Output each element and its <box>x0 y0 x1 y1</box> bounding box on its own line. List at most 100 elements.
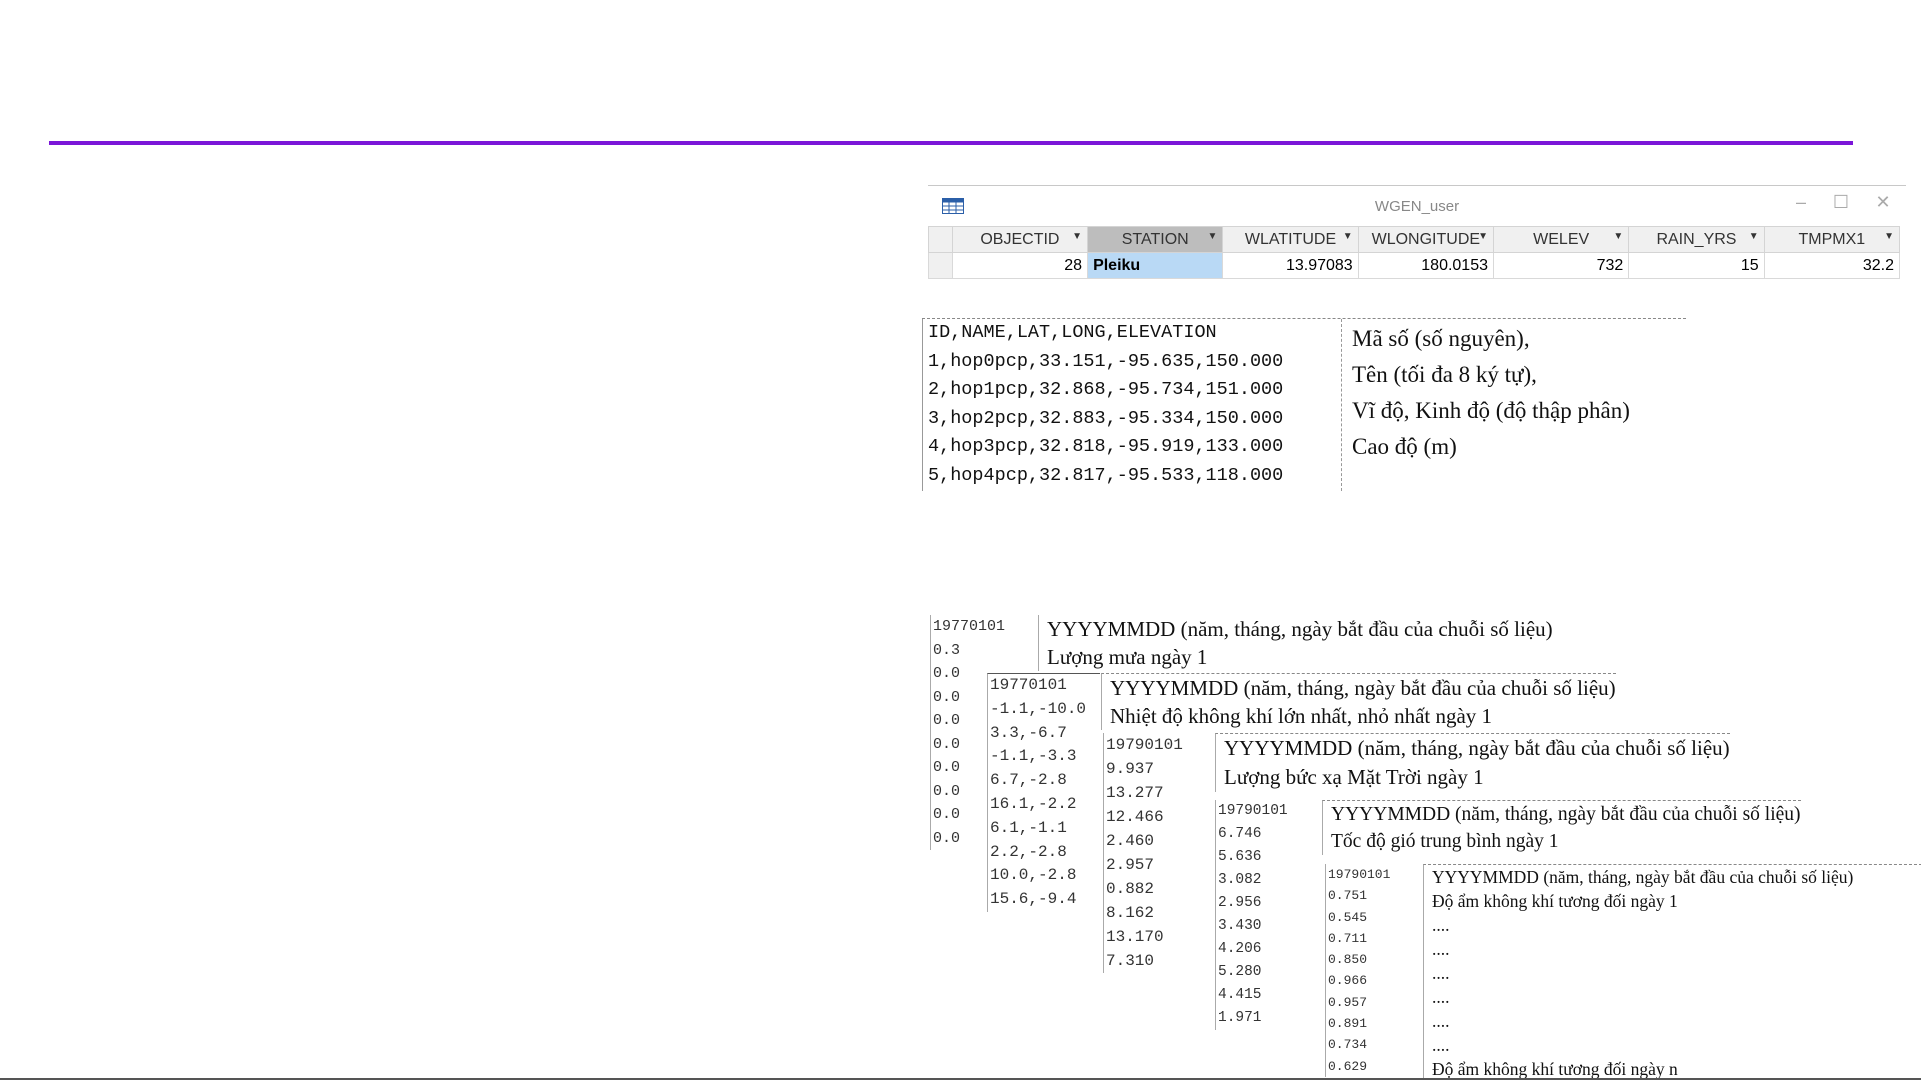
cell-rain-yrs[interactable]: 15 <box>1628 252 1765 279</box>
column-header-welev[interactable]: WELEV ▼ <box>1492 226 1630 253</box>
code-line: 2,hop1pcp,32.868,-95.734,151.000 <box>928 379 1284 400</box>
cell-station[interactable]: Pleiku <box>1087 252 1224 279</box>
value-line: 6.746 <box>1218 826 1262 842</box>
value-line: 4.415 <box>1218 987 1262 1003</box>
solar-radiation-values: 19790101 9.937 13.277 12.466 2.460 2.957… <box>1103 733 1214 973</box>
description-line: YYYYMMDD (năm, tháng, ngày bắt đầu của c… <box>1224 736 1730 760</box>
description-line: YYYYMMDD (năm, tháng, ngày bắt đầu của c… <box>1110 676 1616 700</box>
description-line: Độ ẩm không khí tương đối ngày 1 <box>1432 891 1678 911</box>
window-title: WGEN_user <box>1374 198 1460 215</box>
dropdown-arrow-icon[interactable]: ▼ <box>1749 231 1759 242</box>
value-line: 16.1,-2.2 <box>990 794 1077 813</box>
value-line: 15.6,-9.4 <box>990 890 1077 909</box>
description-line: YYYYMMDD (năm, tháng, ngày bắt đầu của c… <box>1047 617 1553 641</box>
code-line: 3,hop2pcp,32.883,-95.334,150.000 <box>928 407 1284 429</box>
dropdown-arrow-icon[interactable]: ▼ <box>1343 231 1353 242</box>
description-line: Vĩ độ, Kinh độ (độ thập phân) <box>1352 398 1630 423</box>
value-line: 19770101 <box>933 618 1006 635</box>
value-line: 12.466 <box>1106 808 1164 826</box>
description-line: Lượng bức xạ Mặt Trời ngày 1 <box>1224 765 1484 789</box>
value-line: 19790101 <box>1106 736 1183 754</box>
value-line: 2.956 <box>1218 895 1262 911</box>
value-line: 0.734 <box>1328 1037 1368 1053</box>
value-line: 2.460 <box>1106 832 1155 850</box>
dropdown-arrow-icon[interactable]: ▼ <box>1613 231 1623 242</box>
maximize-icon[interactable]: ☐ <box>1828 192 1854 213</box>
temperature-values: 19770101 -1.1,-10.0 3.3,-6.7 -1.1,-3.3 6… <box>987 673 1100 912</box>
row-selector-header[interactable] <box>928 226 953 253</box>
column-header-tmpmx1[interactable]: TMPMX1 ▼ <box>1763 226 1901 253</box>
value-line: 3.430 <box>1218 918 1262 934</box>
value-line: 0.629 <box>1328 1058 1368 1074</box>
column-header-wlongitude[interactable]: WLONGITUDE ▼ <box>1357 226 1495 253</box>
cell-objectid[interactable]: 28 <box>951 252 1089 279</box>
table-row[interactable]: 28 Pleiku 13.97083 180.0153 732 15 32.2 <box>928 252 1901 279</box>
description-line: .... <box>1432 939 1450 959</box>
dropdown-arrow-icon[interactable]: ▼ <box>1207 231 1217 242</box>
dropdown-arrow-icon[interactable]: ▼ <box>1072 231 1082 242</box>
value-line: 0.850 <box>1328 952 1368 968</box>
value-line: 10.0,-2.8 <box>990 866 1077 885</box>
row-selector[interactable] <box>928 252 953 279</box>
code-line: 4,hop3pcp,32.818,-95.919,133.000 <box>928 436 1284 457</box>
value-line: 5.280 <box>1218 964 1262 980</box>
description-line: .... <box>1432 963 1450 983</box>
humidity-values: 19790101 0.751 0.545 0.711 0.850 0.966 0… <box>1325 864 1424 1077</box>
value-line: 2.2,-2.8 <box>990 842 1067 861</box>
description-line: Mã số (số nguyên), <box>1352 326 1530 351</box>
value-line: 0.3 <box>933 641 961 659</box>
value-line: -1.1,-10.0 <box>990 699 1087 718</box>
column-header-station[interactable]: STATION ▼ <box>1087 226 1224 253</box>
value-line: 13.277 <box>1106 784 1164 802</box>
station-file-panel: ID,NAME,LAT,LONG,ELEVATION 1,hop0pcp,33.… <box>922 318 1686 491</box>
window-titlebar: WGEN_user – ☐ ✕ <box>928 186 1906 226</box>
column-header-wlatitude[interactable]: WLATITUDE ▼ <box>1222 226 1359 253</box>
dropdown-arrow-icon[interactable]: ▼ <box>1478 231 1488 242</box>
value-line: 19790101 <box>1328 867 1391 882</box>
code-line: ID,NAME,LAT,LONG,ELEVATION <box>928 322 1217 343</box>
value-line: 0.882 <box>1106 880 1155 898</box>
temperature-description: YYYYMMDD (năm, tháng, ngày bắt đầu của c… <box>1101 673 1616 730</box>
station-file-description: Mã số (số nguyên), Tên (tối đa 8 ký tự),… <box>1352 321 1630 465</box>
column-header-rain-yrs[interactable]: RAIN_YRS ▼ <box>1628 226 1765 253</box>
value-line: 5.636 <box>1218 849 1262 865</box>
close-icon[interactable]: ✕ <box>1870 192 1896 213</box>
cell-wlatitude[interactable]: 13.97083 <box>1222 252 1359 279</box>
cell-welev[interactable]: 732 <box>1492 252 1630 279</box>
description-line: .... <box>1432 1011 1450 1031</box>
value-line: -1.1,-3.3 <box>990 747 1077 766</box>
solar-radiation-description: YYYYMMDD (năm, tháng, ngày bắt đầu của c… <box>1215 733 1730 792</box>
value-line: 0.966 <box>1328 973 1368 989</box>
value-line: 0.891 <box>1328 1016 1368 1032</box>
dropdown-arrow-icon[interactable]: ▼ <box>1884 231 1894 242</box>
description-line: Tên (tối đa 8 ký tự), <box>1352 362 1537 387</box>
description-line: .... <box>1432 915 1450 935</box>
description-line: Nhiệt độ không khí lớn nhất, nhỏ nhất ng… <box>1110 704 1493 728</box>
description-line: Tốc độ gió trung bình ngày 1 <box>1331 831 1559 852</box>
title-underline <box>49 141 1853 145</box>
code-line: 5,hop4pcp,32.817,-95.533,118.000 <box>928 464 1284 486</box>
value-line: 0.545 <box>1328 909 1368 925</box>
value-line: 1.971 <box>1218 1010 1262 1026</box>
datasheet-grid: OBJECTID ▼ STATION ▼ WLATITUDE ▼ WLONGITUDE… <box>928 226 1901 279</box>
description-line: .... <box>1432 987 1450 1007</box>
wind-speed-values: 19790101 6.746 5.636 3.082 2.956 3.430 4… <box>1215 800 1324 1030</box>
cell-tmpmx1[interactable]: 32.2 <box>1763 252 1901 279</box>
description-line: YYYYMMDD (năm, tháng, ngày bắt đầu của c… <box>1432 867 1854 887</box>
cell-wlongitude[interactable]: 180.0153 <box>1357 252 1495 279</box>
value-line: 7.310 <box>1106 952 1155 970</box>
wgen-user-table-window: WGEN_user – ☐ ✕ OBJECTID ▼ STATION ▼ WLATI… <box>928 185 1906 286</box>
description-line: Cao độ (m) <box>1352 434 1457 459</box>
minimize-icon[interactable]: – <box>1788 192 1814 213</box>
value-line: 4.206 <box>1218 941 1262 957</box>
value-line: 19790101 <box>1218 803 1288 819</box>
column-header-objectid[interactable]: OBJECTID ▼ <box>951 226 1089 253</box>
description-line: YYYYMMDD (năm, tháng, ngày bắt đầu của c… <box>1331 804 1801 825</box>
value-line: 19770101 <box>990 676 1067 694</box>
humidity-description: YYYYMMDD (năm, tháng, ngày bắt đầu của c… <box>1423 864 1921 1079</box>
code-line: 1,hop0pcp,33.151,-95.635,150.000 <box>928 350 1284 372</box>
value-line: 0.957 <box>1328 994 1368 1010</box>
description-line: Lượng mưa ngày 1 <box>1047 645 1208 669</box>
rainfall-description: YYYYMMDD (năm, tháng, ngày bắt đầu của c… <box>1038 615 1553 671</box>
value-line: 0.711 <box>1328 930 1368 946</box>
